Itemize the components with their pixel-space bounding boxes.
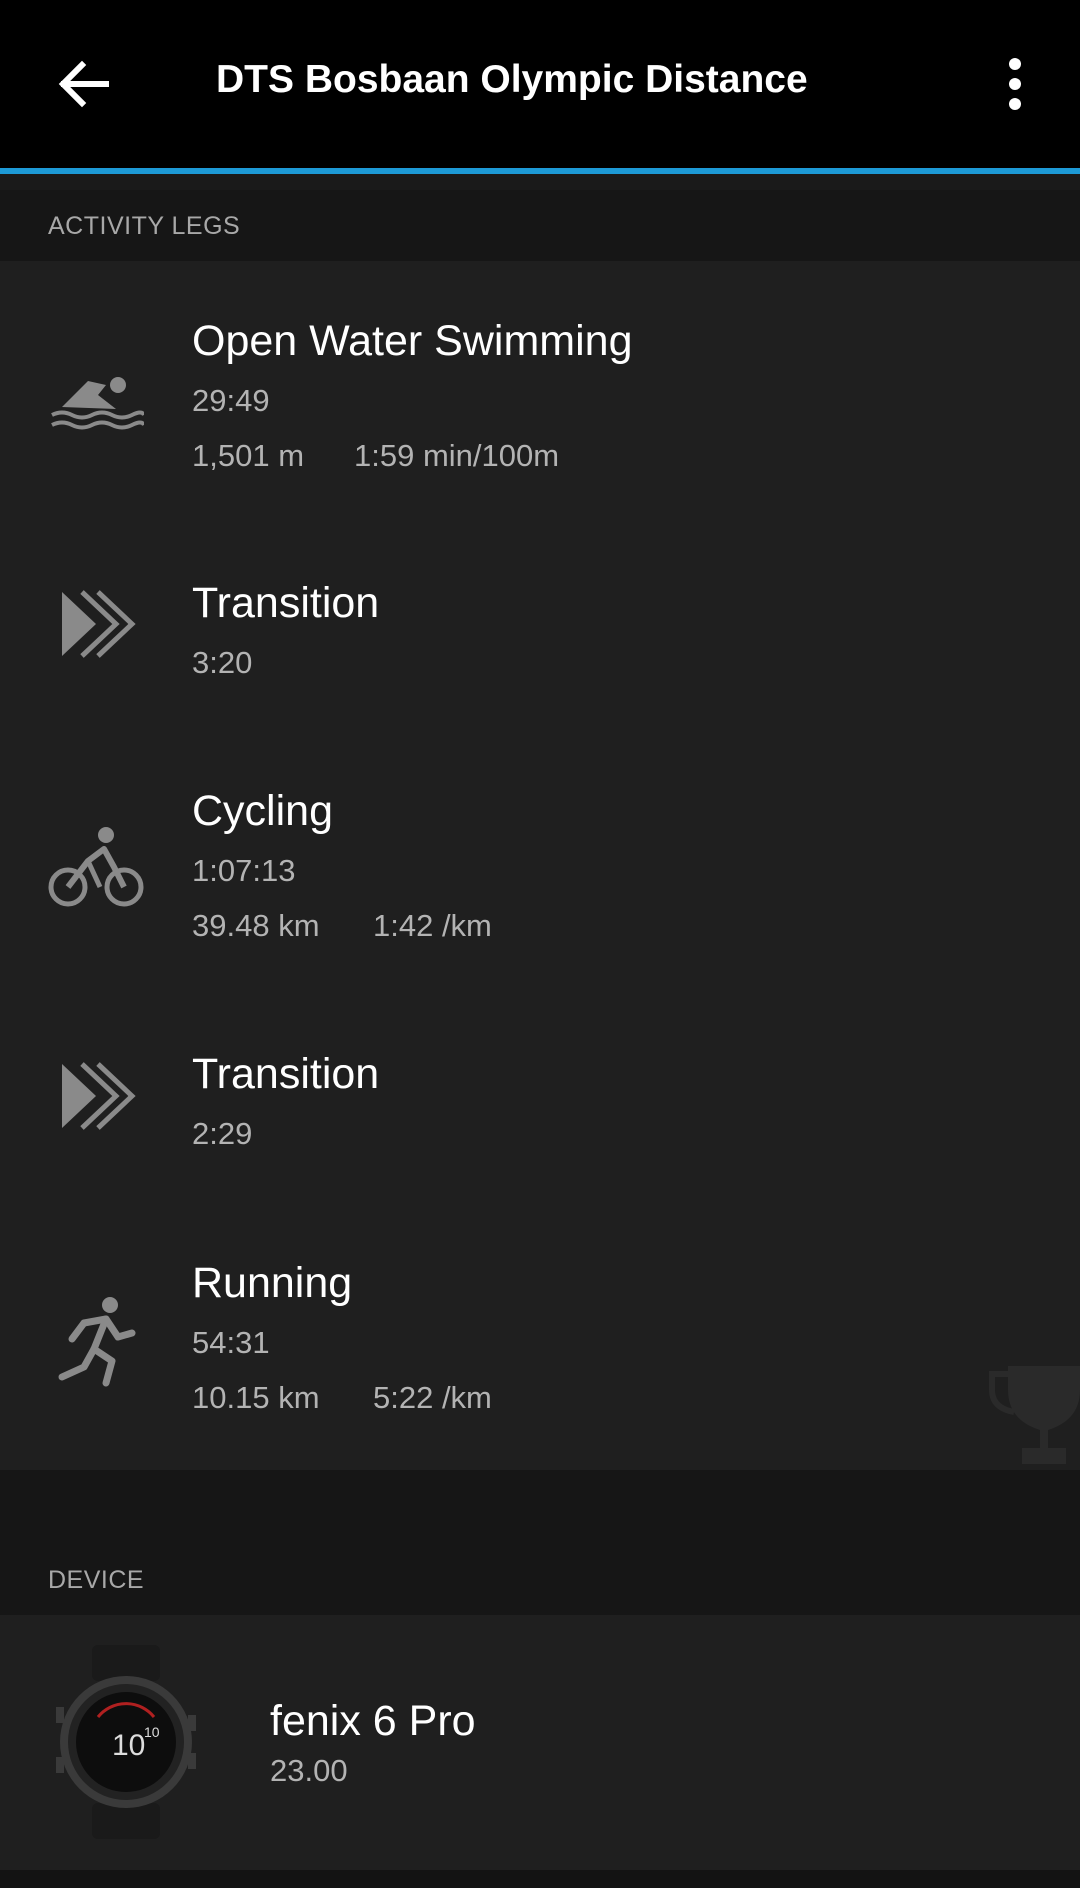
leg-transition-2[interactable]: Transition 2:29	[0, 994, 1080, 1203]
section-label: DEVICE	[48, 1566, 145, 1594]
leg-pace: 5:22 /km	[373, 1380, 492, 1415]
app-bar: DTS Bosbaan Olympic Distance	[0, 0, 1080, 168]
divider	[0, 174, 1080, 190]
run-icon	[58, 1297, 136, 1387]
leg-time: 1:07:13	[192, 853, 296, 888]
leg-time: 54:31	[192, 1325, 270, 1360]
leg-name: Cycling	[192, 787, 333, 835]
watch-image: 10 10	[56, 1645, 196, 1839]
leg-pace: 1:42 /km	[373, 908, 492, 943]
section-header-activity-legs: ACTIVITY LEGS	[0, 190, 1080, 261]
transition-icon	[62, 590, 136, 658]
leg-time: 3:20	[192, 645, 253, 680]
transition-icon	[62, 1062, 136, 1130]
leg-name: Running	[192, 1259, 353, 1307]
section-header-device: DEVICE	[0, 1470, 1080, 1615]
svg-text:10: 10	[144, 1724, 160, 1740]
leg-name: Transition	[192, 579, 380, 627]
section-label: ACTIVITY LEGS	[48, 212, 241, 240]
leg-time: 2:29	[192, 1116, 253, 1151]
leg-time: 29:49	[192, 383, 270, 418]
bottom-spacer	[0, 1870, 1080, 1888]
svg-text:10: 10	[112, 1729, 145, 1762]
leg-distance: 10.15 km	[192, 1380, 320, 1415]
leg-distance: 39.48 km	[192, 908, 320, 943]
leg-name: Transition	[192, 1050, 380, 1098]
leg-distance: 1,501 m	[192, 438, 305, 473]
more-vertical-icon[interactable]	[990, 44, 1040, 124]
swim-icon	[51, 377, 144, 430]
leg-transition-1[interactable]: Transition 3:20	[0, 523, 1080, 731]
device-version: 23.00	[270, 1753, 348, 1788]
leg-name: Open Water Swimming	[192, 317, 633, 365]
device-name: fenix 6 Pro	[270, 1697, 476, 1745]
page-title: DTS Bosbaan Olympic Distance	[216, 58, 808, 101]
leg-pace: 1:59 min/100m	[354, 438, 560, 473]
activity-legs-list: Open Water Swimming 29:49 1,501 m 1:59 m…	[0, 261, 1080, 1470]
arrow-left-icon[interactable]	[44, 44, 124, 124]
bike-icon	[48, 827, 144, 907]
device-item[interactable]: 10 10 fenix 6 Pro 23.00	[0, 1615, 1080, 1870]
leg-cycling[interactable]: Cycling 1:07:13 39.48 km 1:42 /km	[0, 731, 1080, 994]
trophy-icon	[989, 1366, 1080, 1464]
leg-running[interactable]: Running 54:31 10.15 km 5:22 /km	[0, 1203, 1080, 1470]
leg-swimming[interactable]: Open Water Swimming 29:49 1,501 m 1:59 m…	[0, 261, 1080, 523]
